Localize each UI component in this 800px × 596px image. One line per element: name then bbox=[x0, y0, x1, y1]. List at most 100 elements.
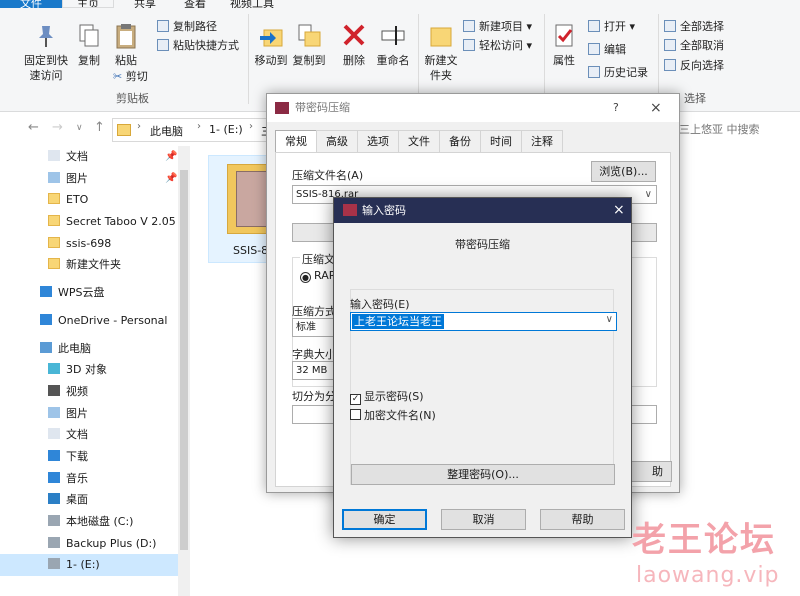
new-item-icon bbox=[463, 20, 475, 32]
search-input[interactable]: 三上悠亚 中搜索 bbox=[675, 118, 800, 142]
folder-icon bbox=[48, 193, 60, 205]
recent-chevron-icon[interactable]: ∨ bbox=[76, 123, 83, 133]
sidebar-item[interactable]: 视频 bbox=[0, 381, 189, 403]
winrar-icon bbox=[275, 102, 289, 114]
sidebar-item[interactable]: 3D 对象 bbox=[0, 359, 189, 381]
copy-label: 复制 bbox=[78, 54, 100, 67]
archive-dialog-tab[interactable]: 选项 bbox=[357, 130, 399, 152]
sidebar-item-label: 此电脑 bbox=[58, 341, 91, 355]
sidebar-item[interactable]: 文档 bbox=[0, 424, 189, 446]
archive-dialog-title: 带密码压缩 bbox=[295, 101, 350, 114]
pin-icon bbox=[39, 26, 53, 47]
rename-label: 重命名 bbox=[376, 54, 410, 67]
sidebar-item[interactable]: 下载 bbox=[0, 446, 189, 468]
tab-file[interactable]: 文件 bbox=[0, 0, 62, 8]
sidebar-item[interactable]: WPS云盘 bbox=[0, 282, 189, 304]
invert-selection-button[interactable]: 反向选择 bbox=[664, 56, 724, 75]
forward-arrow-icon[interactable]: → bbox=[52, 120, 63, 135]
cut-label: 剪切 bbox=[125, 70, 148, 83]
browse-button[interactable]: 浏览(B)... bbox=[591, 161, 656, 182]
help-icon[interactable]: ? bbox=[613, 94, 619, 122]
properties-button[interactable]: 属性 bbox=[550, 22, 578, 68]
sidebar-item[interactable]: 此电脑 bbox=[0, 338, 189, 360]
select-none-button[interactable]: 全部取消 bbox=[664, 36, 724, 55]
photo-thumbnail bbox=[236, 171, 270, 227]
cancel-button[interactable]: 取消 bbox=[441, 509, 526, 530]
tab-video-tools[interactable]: 视频工具 bbox=[222, 0, 282, 8]
delete-button[interactable]: 删除 bbox=[340, 22, 368, 68]
sidebar-item[interactable]: ssis-698 bbox=[0, 233, 189, 255]
pin-quick-access-button[interactable]: 固定到快速访问 bbox=[22, 22, 70, 83]
delete-label: 删除 bbox=[343, 54, 365, 67]
archive-dialog-tab[interactable]: 高级 bbox=[316, 130, 358, 152]
divider bbox=[658, 14, 659, 104]
help-button[interactable]: 帮助 bbox=[540, 509, 625, 530]
paste-shortcut-button[interactable]: 粘贴快捷方式 bbox=[157, 36, 239, 55]
sidebar-item-label: OneDrive - Personal bbox=[58, 313, 168, 327]
sidebar-item-label: 音乐 bbox=[66, 471, 88, 485]
sidebar-item[interactable]: 图片 📌 bbox=[0, 168, 189, 190]
sidebar-scroll-thumb[interactable] bbox=[180, 170, 188, 550]
new-folder-icon bbox=[430, 27, 452, 47]
documents-icon bbox=[48, 150, 60, 161]
archive-dialog-tab[interactable]: 文件 bbox=[398, 130, 440, 152]
tab-home[interactable]: 主页 bbox=[62, 0, 114, 8]
tab-view[interactable]: 查看 bbox=[170, 0, 220, 8]
rar-radio[interactable]: ● RAR bbox=[300, 269, 336, 283]
divider bbox=[248, 14, 249, 104]
archive-dialog-tab[interactable]: 备份 bbox=[439, 130, 481, 152]
show-password-checkbox[interactable]: ✓ 显示密码(S) bbox=[350, 388, 424, 405]
edit-icon bbox=[588, 43, 600, 55]
history-button[interactable]: 历史记录 bbox=[588, 63, 648, 82]
checkbox-empty-icon bbox=[350, 409, 361, 420]
organize-passwords-button[interactable]: 整理密码(O)... bbox=[351, 464, 615, 485]
archive-dialog-tab[interactable]: 常规 bbox=[275, 130, 317, 152]
sidebar-item[interactable]: Secret Taboo V 2.05 bbox=[0, 211, 189, 233]
folder-icon bbox=[48, 215, 60, 227]
paste-button[interactable]: 粘贴 bbox=[110, 22, 142, 68]
close-icon[interactable]: × bbox=[613, 198, 625, 223]
sidebar-item[interactable]: 图片 bbox=[0, 403, 189, 425]
archive-dialog-tab[interactable]: 注释 bbox=[521, 130, 563, 152]
select-all-button[interactable]: 全部选择 bbox=[664, 17, 724, 36]
edit-button[interactable]: 编辑 bbox=[588, 40, 626, 59]
breadcrumb-this-pc[interactable]: 此电脑 bbox=[150, 123, 183, 139]
sidebar-item-label: 图片 bbox=[66, 406, 88, 420]
sidebar-item[interactable]: 本地磁盘 (C:) bbox=[0, 511, 189, 533]
copy-to-button[interactable]: 复制到 bbox=[291, 22, 327, 68]
sidebar-item[interactable]: 音乐 bbox=[0, 468, 189, 490]
archive-format-label: 压缩文 bbox=[300, 251, 337, 267]
encrypt-file-names-checkbox[interactable]: 加密文件名(N) bbox=[350, 407, 436, 423]
move-to-button[interactable]: 移动到 bbox=[254, 22, 288, 68]
sidebar-item[interactable]: 新建文件夹 bbox=[0, 254, 189, 276]
back-arrow-icon[interactable]: ← bbox=[28, 120, 39, 135]
sidebar-item[interactable]: OneDrive - Personal bbox=[0, 310, 189, 332]
drive-icon bbox=[48, 515, 60, 526]
breadcrumb-drive[interactable]: 1- (E:) bbox=[209, 123, 243, 136]
file-name-label: SSIS-8 bbox=[233, 244, 269, 257]
ok-button[interactable]: 确定 bbox=[342, 509, 427, 530]
3d-objects-icon bbox=[48, 363, 60, 375]
open-button[interactable]: 打开 ▾ bbox=[588, 17, 635, 36]
cloud-icon bbox=[40, 286, 52, 298]
sidebar-item[interactable]: ETO bbox=[0, 189, 189, 211]
rename-button[interactable]: 重命名 bbox=[374, 22, 412, 68]
copy-button[interactable]: 复制 bbox=[75, 22, 103, 68]
sidebar-item-label: 新建文件夹 bbox=[66, 258, 121, 272]
up-arrow-icon[interactable]: ↑ bbox=[94, 120, 105, 135]
archive-dialog-tab[interactable]: 时间 bbox=[480, 130, 522, 152]
new-folder-button[interactable]: 新建文件夹 bbox=[422, 22, 460, 83]
sidebar-item[interactable]: Backup Plus (D:) bbox=[0, 533, 189, 555]
tab-share[interactable]: 共享 bbox=[120, 0, 170, 8]
cut-button[interactable]: ✂ 剪切 bbox=[113, 67, 148, 86]
password-input[interactable]: 上老王论坛当老王 ∨ bbox=[350, 312, 617, 331]
sidebar-item[interactable]: 1- (E:) bbox=[0, 554, 189, 577]
close-icon[interactable]: × bbox=[650, 94, 662, 122]
sidebar-item[interactable]: 文档 📌 bbox=[0, 146, 189, 168]
sidebar-item[interactable]: 桌面 bbox=[0, 489, 189, 511]
easy-access-button[interactable]: 轻松访问 ▾ bbox=[463, 36, 532, 55]
clipboard-icon bbox=[116, 24, 136, 49]
new-item-button[interactable]: 新建项目 ▾ bbox=[463, 17, 532, 36]
copy-path-button[interactable]: 复制路径 bbox=[157, 17, 217, 36]
chevron-down-icon[interactable]: ∨ bbox=[606, 314, 613, 325]
